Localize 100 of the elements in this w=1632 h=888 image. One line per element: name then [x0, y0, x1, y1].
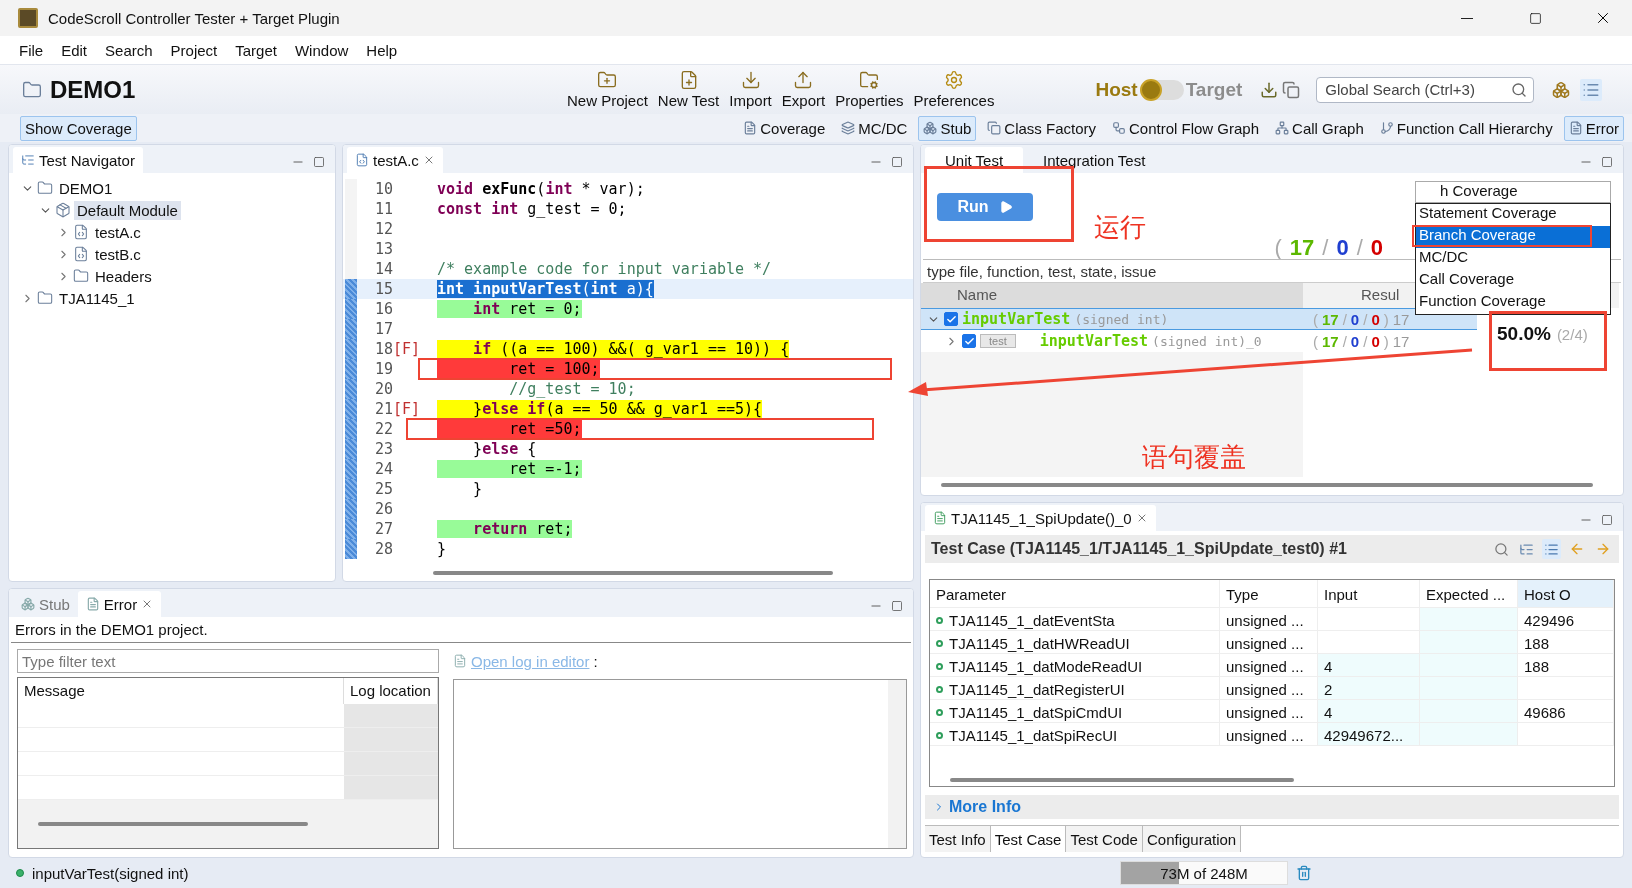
function-name: inputVarTest	[962, 310, 1071, 328]
column-header[interactable]: Name	[921, 283, 1303, 308]
table-cell: TJA1145_1_datHWReadUI	[930, 631, 1220, 653]
graph-icon	[1275, 121, 1290, 135]
tree-item[interactable]: testB.c	[92, 244, 144, 264]
window-title: CodeScroll Controller Tester + Target Plugin	[48, 9, 341, 27]
maximize-icon	[1601, 514, 1613, 526]
column-header[interactable]: Input	[1318, 580, 1420, 607]
view-tab[interactable]: TJA1145_1_SpiUpdate()_0	[925, 505, 1156, 531]
coverage-combo[interactable]: h Coverage	[1415, 181, 1611, 203]
column-header[interactable]: Host O	[1518, 580, 1614, 607]
folder-icon	[73, 268, 89, 284]
list-icon[interactable]	[1542, 539, 1561, 559]
document-icon	[743, 121, 758, 135]
view-button[interactable]: Class Factory	[982, 115, 1101, 141]
tree-item[interactable]: DEMO1	[56, 178, 116, 198]
filter-field[interactable]: Type filter text	[17, 649, 439, 673]
scrollbar[interactable]	[950, 778, 1294, 782]
line-number: 21	[373, 400, 393, 418]
package-icon	[55, 202, 71, 218]
tree-item[interactable]: testA.c	[92, 222, 144, 242]
view-button[interactable]: Function Call Hierarchy	[1374, 115, 1558, 141]
test-row[interactable]: test inputVarTest (signed int)_0 ( 17 / 0 / 0 ) 17	[921, 330, 1477, 352]
checkbox[interactable]	[962, 334, 976, 348]
toolbar-button[interactable]: Export	[776, 70, 831, 109]
tab[interactable]: Integration Test	[1023, 147, 1166, 173]
menu-item[interactable]: File	[10, 39, 53, 61]
result-count: 0	[1350, 332, 1360, 350]
result-count: (	[1313, 310, 1318, 328]
search-field[interactable]: Global Search (Ctrl+3)	[1316, 76, 1535, 103]
function-signature: (signed int)_0	[1152, 333, 1262, 349]
view-button[interactable]: Call Graph	[1270, 115, 1369, 141]
test-row[interactable]: inputVarTest (signed int) ( 17 / 0 / 0 ) 17	[921, 308, 1477, 330]
download-icon	[740, 70, 761, 90]
app-icon	[18, 8, 38, 28]
line-number: 25	[373, 480, 393, 498]
function-name: inputVarTest	[1039, 332, 1149, 350]
result-count: (	[1313, 332, 1318, 350]
view-tab[interactable]: Error	[77, 591, 162, 617]
tab[interactable]: Configuration	[1142, 826, 1242, 852]
mode-switch[interactable]	[1139, 79, 1184, 100]
view-button[interactable]: MC/DC	[836, 115, 913, 141]
column-header[interactable]: Type	[1220, 580, 1318, 607]
menu-item[interactable]: Window	[285, 39, 358, 61]
column-header[interactable]: Message	[18, 678, 344, 704]
view-button[interactable]: Coverage	[738, 115, 831, 141]
editor-tab[interactable]: testA.c	[347, 147, 443, 173]
search-icon[interactable]	[1511, 81, 1528, 98]
tree-item[interactable]: Default Module	[74, 200, 181, 220]
toolbar-button[interactable]: Import	[724, 70, 777, 109]
tree-item[interactable]: TJA1145_1	[56, 288, 138, 308]
result-count: 17	[1289, 235, 1315, 261]
result-count: /	[1363, 310, 1368, 328]
tab[interactable]: Test Code	[1066, 826, 1143, 852]
line-number: 18	[373, 340, 393, 358]
scrollbar[interactable]	[941, 483, 1593, 487]
toolbar-button[interactable]: Preferences	[908, 70, 1000, 109]
test-case-heading: Test Case (TJA1145_1/TJA1145_1_SpiUpdate_test0) #1	[931, 540, 1348, 558]
checkbox[interactable]	[944, 312, 958, 326]
list-icon[interactable]	[1580, 78, 1603, 101]
view-button[interactable]: Error	[1563, 115, 1624, 141]
document-icon	[453, 654, 467, 668]
menu-item[interactable]: Project	[161, 39, 227, 61]
coverage-ratio: (2/4)	[1556, 326, 1588, 343]
menu-item[interactable]: Target	[226, 39, 286, 61]
line-number: 12	[373, 220, 393, 238]
result-count: 0	[1371, 310, 1380, 328]
column-header[interactable]: Parameter	[930, 580, 1220, 607]
view-button[interactable]: Stub	[918, 115, 977, 141]
more-info-link[interactable]: More Info	[949, 798, 1021, 816]
table-cell: 49686	[1518, 700, 1614, 722]
scrollbar[interactable]	[433, 571, 833, 575]
maximize-icon	[891, 156, 903, 168]
tree-item[interactable]: Headers	[92, 266, 155, 286]
view-tab[interactable]: Test Navigator	[13, 147, 143, 173]
line-number: 28	[373, 540, 393, 558]
view-tab[interactable]: Stub	[13, 591, 78, 617]
tab[interactable]: Test Info	[925, 826, 991, 852]
scrollbar-thumb[interactable]	[38, 822, 308, 826]
result-count: /	[1363, 332, 1368, 350]
trash-icon[interactable]	[1296, 865, 1312, 881]
menu-item[interactable]: Help	[357, 39, 407, 61]
menu-item[interactable]: Edit	[52, 39, 97, 61]
code-line: /* example code for input variable */	[437, 260, 772, 278]
error-document-icon	[1568, 121, 1583, 135]
table-cell: 188	[1518, 631, 1614, 653]
result-count: /	[1342, 310, 1347, 328]
hierarchy-icon	[1379, 121, 1394, 135]
mode-label[interactable]: Host	[1095, 78, 1138, 101]
table-cell: 188	[1518, 654, 1614, 676]
minimize-icon	[1461, 17, 1473, 19]
menu-item[interactable]: Search	[96, 39, 162, 61]
view-button[interactable]: Control Flow Graph	[1107, 115, 1265, 141]
show-coverage-button[interactable]: Show Coverage	[20, 115, 137, 141]
scrollbar[interactable]	[888, 680, 906, 848]
tab[interactable]: Unit Test	[925, 147, 1024, 173]
table-cell: 4	[1318, 700, 1420, 722]
toolbar-button[interactable]: New Project	[562, 70, 653, 109]
toolbar-button[interactable]: New Test	[652, 70, 725, 109]
toolbar-button[interactable]: Properties	[830, 70, 909, 109]
